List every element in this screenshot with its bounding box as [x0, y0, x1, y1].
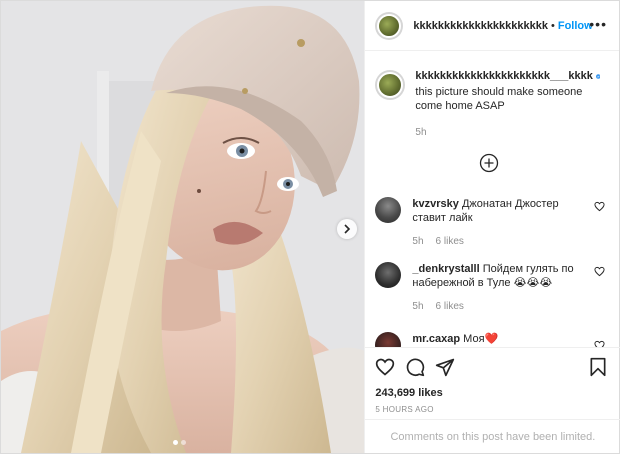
comment-item: mr.caxap Моя❤️: [375, 332, 605, 347]
likes-count[interactable]: 243,699 likes: [375, 387, 608, 399]
comment-text: Моя❤️: [463, 333, 499, 345]
post-header: kkkkkkkkkkkkkkkkkkkkkk • Follow •••: [365, 1, 619, 51]
follow-button[interactable]: Follow: [558, 20, 593, 32]
caption-avatar[interactable]: [375, 70, 406, 100]
commenter-avatar[interactable]: [375, 262, 402, 288]
comment-item: kvzvrsky Джонатан Джостер ставит лайк 5h…: [375, 197, 605, 249]
carousel-indicator: [173, 440, 186, 445]
comment-username[interactable]: kvzvrsky: [412, 198, 459, 210]
caption-username[interactable]: kkkkkkkkkkkkkkkkkkkkkk___kkkk: [415, 70, 592, 82]
comment-likes[interactable]: 6 likes: [436, 235, 464, 249]
author-username[interactable]: kkkkkkkkkkkkkkkkkkkkkk: [413, 20, 548, 32]
post-date[interactable]: 5 HOURS AGO: [375, 405, 608, 414]
commenter-avatar[interactable]: [375, 197, 402, 223]
plus-circle-icon[interactable]: [479, 153, 499, 173]
carousel-dot: [181, 440, 186, 445]
chevron-right-icon: [344, 224, 351, 234]
caption-timestamp[interactable]: 5h: [415, 127, 600, 138]
verified-badge-icon: [595, 73, 601, 79]
heart-icon[interactable]: [375, 357, 395, 377]
comment-likes[interactable]: 6 likes: [436, 300, 464, 314]
bookmark-icon[interactable]: [588, 357, 608, 377]
commenter-avatar[interactable]: [375, 332, 402, 347]
comment-item: _denkrystalll Пойдем гулять по набережно…: [375, 262, 605, 314]
post-container: kkkkkkkkkkkkkkkkkkkkkk • Follow ••• kkkk…: [0, 0, 620, 454]
carousel-next-button[interactable]: [337, 219, 357, 239]
heart-icon[interactable]: [594, 340, 605, 347]
heart-icon[interactable]: [594, 201, 605, 212]
post-side-panel: kkkkkkkkkkkkkkkkkkkkkk • Follow ••• kkkk…: [364, 1, 620, 453]
heart-icon[interactable]: [594, 266, 605, 277]
comments-list[interactable]: kkkkkkkkkkkkkkkkkkkkkk___kkkk this pictu…: [365, 52, 620, 347]
comment-time[interactable]: 5h: [412, 300, 423, 314]
comment-username[interactable]: mr.caxap: [412, 333, 460, 345]
share-icon[interactable]: [435, 357, 455, 377]
carousel-dot-active: [173, 440, 178, 445]
comment-username[interactable]: _denkrystalll: [412, 263, 479, 275]
author-avatar[interactable]: [375, 11, 404, 40]
post-photo: [1, 1, 365, 453]
comment-icon[interactable]: [405, 357, 425, 377]
post-caption: kkkkkkkkkkkkkkkkkkkkkk___kkkk this pictu…: [375, 70, 605, 138]
header-separator: •: [551, 19, 555, 32]
comments-limited-notice: Comments on this post have been limited.: [365, 419, 620, 453]
post-actions: 243,699 likes 5 HOURS AGO: [365, 347, 620, 414]
caption-text: this picture should make someone come ho…: [415, 86, 583, 112]
post-media[interactable]: [1, 1, 365, 453]
comment-time[interactable]: 5h: [412, 235, 423, 249]
more-horizontal-icon[interactable]: •••: [589, 17, 607, 31]
